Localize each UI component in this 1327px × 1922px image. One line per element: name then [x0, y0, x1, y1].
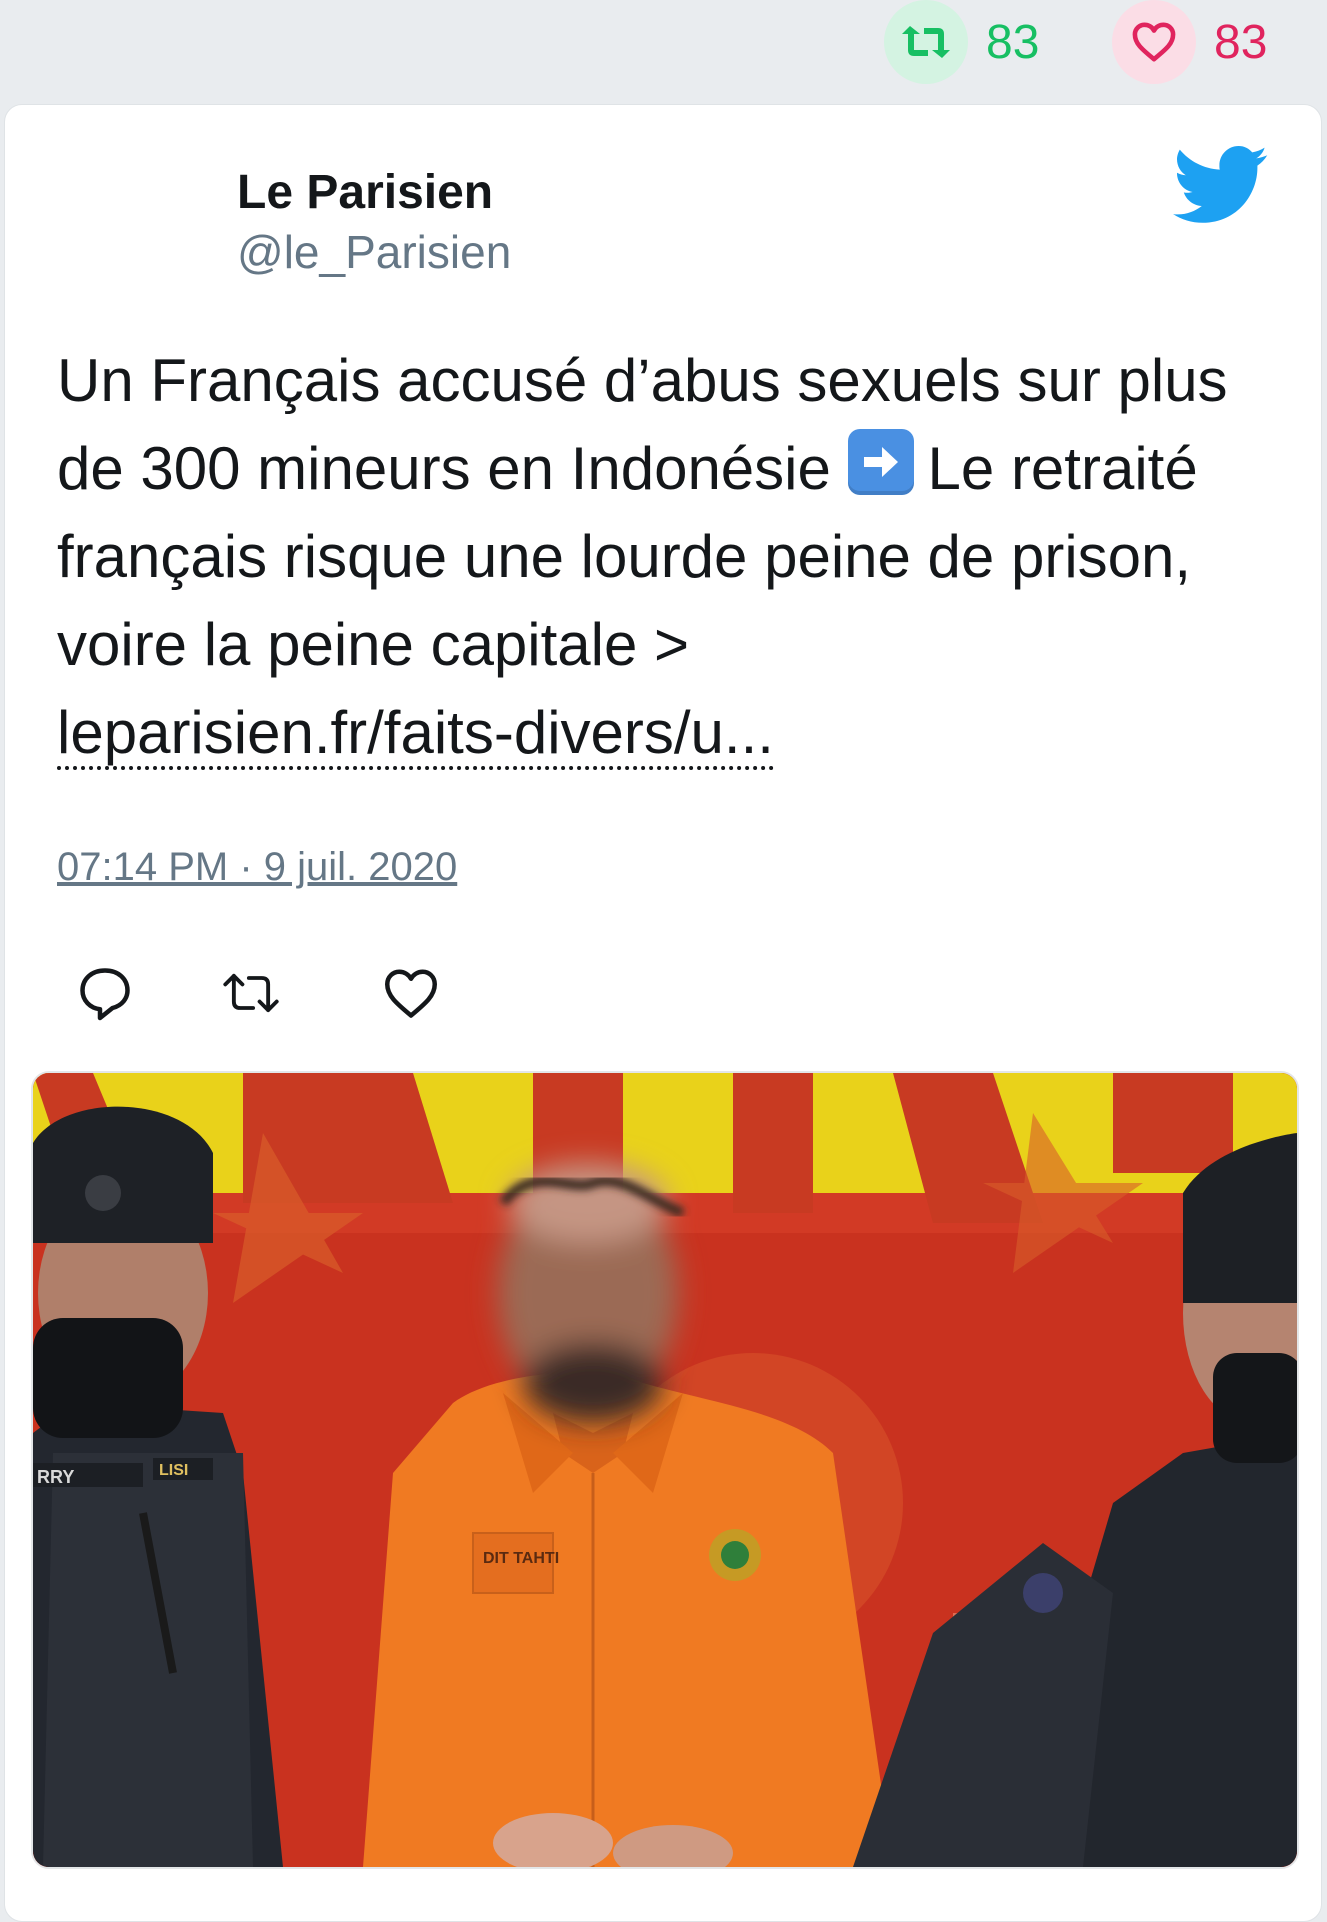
tweet-link[interactable]: leparisien.fr/faits-divers/u...	[57, 699, 774, 770]
retweet-stat[interactable]: 83	[884, 0, 1039, 84]
heart-icon[interactable]	[1112, 0, 1196, 84]
tweet-body: Un Français accusé d’abus sexuels sur pl…	[57, 337, 1257, 777]
author-name[interactable]: Le Parisien	[237, 165, 493, 220]
tweet-timestamp[interactable]: 07:14 PM · 9 juil. 2020	[57, 845, 457, 890]
like-stat[interactable]: 83	[1112, 0, 1267, 84]
photo-illustration: DIT TAHTI RRY LISI	[33, 1073, 1297, 1867]
right-arrow-emoji-icon	[847, 429, 914, 495]
twitter-bird-icon[interactable]	[1173, 145, 1269, 227]
retweet-action-icon[interactable]	[221, 963, 281, 1023]
like-action-icon[interactable]	[381, 963, 441, 1023]
tweet-photo[interactable]: DIT TAHTI RRY LISI	[31, 1071, 1299, 1869]
retweet-count: 83	[986, 15, 1040, 69]
vest-patch-left: LISI	[159, 1462, 188, 1479]
shirt-label: DIT TAHTI	[483, 1550, 559, 1567]
author-handle[interactable]: @le_Parisien	[237, 225, 511, 279]
tweet-card: Le Parisien @le_Parisien Un Français acc…	[4, 104, 1322, 1922]
retweet-icon[interactable]	[884, 0, 968, 84]
like-count: 83	[1214, 15, 1268, 69]
vest-label-left: RRY	[37, 1467, 74, 1487]
tweet-stats-bar: 83 83	[0, 0, 1327, 100]
reply-icon[interactable]	[75, 963, 135, 1023]
